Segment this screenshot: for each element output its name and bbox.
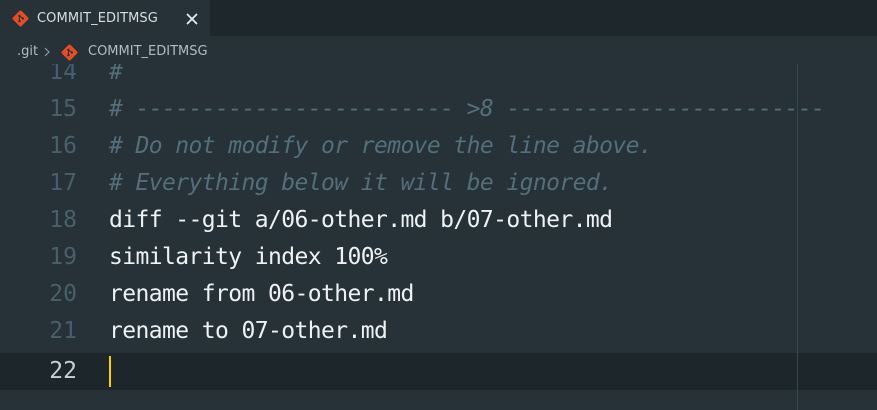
line-number: 15	[49, 96, 77, 122]
tab-bar: COMMIT_EDITMSG	[0, 0, 877, 36]
line-number: 18	[49, 207, 77, 233]
line-number: 20	[49, 281, 77, 307]
line-number: 14	[49, 64, 77, 85]
line-number: 17	[49, 170, 77, 196]
editor-line[interactable]: 18 diff --git a/06-other.md b/07-other.m…	[0, 202, 877, 239]
line-text: # Do not modify or remove the line above…	[109, 133, 653, 159]
editor-line[interactable]: 15 # ------------------------ >8 -------…	[0, 91, 877, 128]
code-editor[interactable]: 14 # 15 # ------------------------ >8 --…	[0, 64, 877, 410]
line-number: 16	[49, 133, 77, 159]
line-text: rename to 07-other.md	[109, 318, 388, 344]
breadcrumb: .git COMMIT_EDITMSG	[0, 36, 877, 66]
git-icon	[12, 10, 29, 27]
breadcrumb-folder[interactable]: .git	[17, 44, 38, 59]
text-cursor	[109, 356, 111, 387]
line-text: # ------------------------ >8 ----------…	[109, 96, 825, 122]
vertical-ruler	[797, 64, 798, 410]
editor-line[interactable]: 14 #	[0, 64, 877, 91]
editor-line[interactable]: 17 # Everything below it will be ignored…	[0, 165, 877, 202]
git-icon	[61, 44, 78, 61]
tab-label: COMMIT_EDITMSG	[37, 11, 158, 26]
line-number: 21	[49, 318, 77, 344]
line-text: similarity index 100%	[109, 244, 388, 270]
editor-line[interactable]: 16 # Do not modify or remove the line ab…	[0, 128, 877, 165]
line-text: diff --git a/06-other.md b/07-other.md	[109, 207, 613, 233]
editor-window: COMMIT_EDITMSG .git COMMIT_EDITMSG 14 # …	[0, 0, 877, 410]
line-text: # Everything below it will be ignored.	[109, 170, 613, 196]
editor-line-current[interactable]: 22	[0, 353, 877, 390]
line-number: 22	[49, 358, 77, 384]
breadcrumb-file[interactable]: COMMIT_EDITMSG	[88, 44, 208, 59]
close-icon[interactable]	[184, 11, 200, 27]
editor-line[interactable]: 21 rename to 07-other.md	[0, 313, 877, 350]
editor-line[interactable]: 19 similarity index 100%	[0, 239, 877, 276]
line-number: 19	[49, 244, 77, 270]
line-text: rename from 06-other.md	[109, 281, 414, 307]
tab-commit-editmsg[interactable]: COMMIT_EDITMSG	[0, 0, 210, 36]
chevron-right-icon	[44, 47, 50, 57]
line-text: #	[109, 64, 123, 85]
editor-line[interactable]: 20 rename from 06-other.md	[0, 276, 877, 313]
